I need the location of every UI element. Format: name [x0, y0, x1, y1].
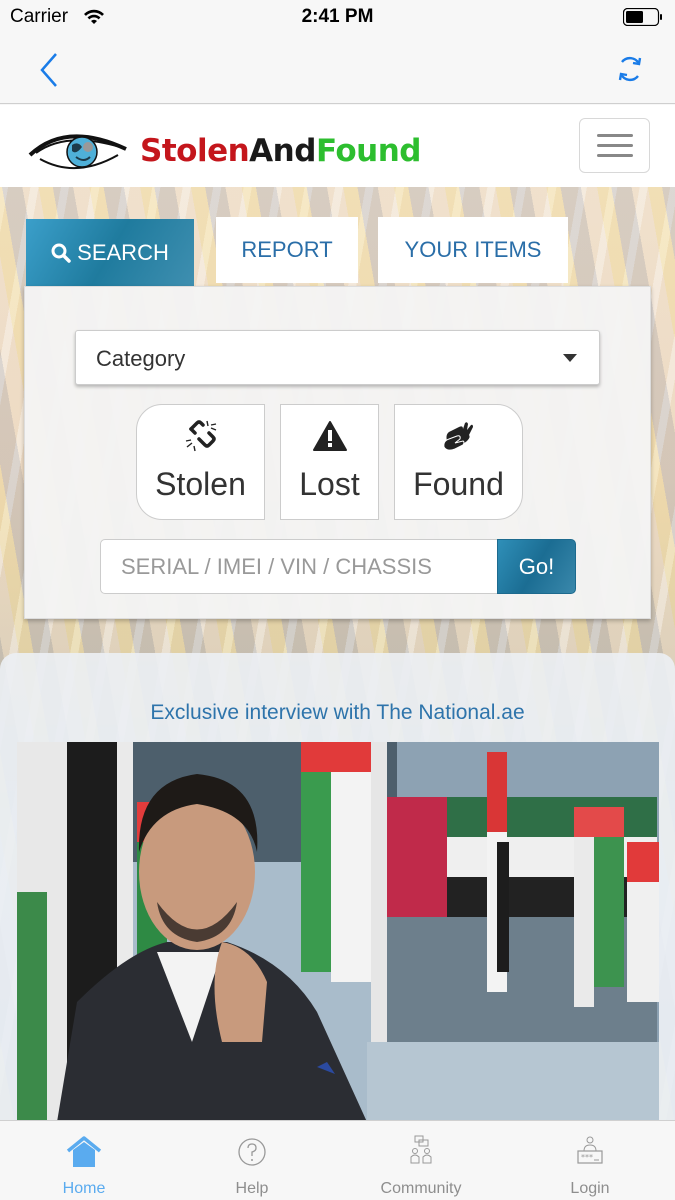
- stolen-button[interactable]: Stolen: [136, 404, 265, 520]
- tabbar-community-label: Community: [380, 1180, 462, 1197]
- hamburger-icon: [597, 134, 633, 137]
- logo-word-found: Found: [315, 133, 422, 169]
- home-icon: [66, 1136, 102, 1167]
- tab-your-items[interactable]: YOUR ITEMS: [378, 217, 568, 283]
- site-logo-text[interactable]: StolenAndFound: [140, 133, 421, 169]
- news-card: Exclusive interview with The National.ae: [0, 653, 675, 1120]
- news-title-link[interactable]: Exclusive interview with The National.ae: [0, 701, 675, 725]
- tabbar-help[interactable]: Help: [168, 1121, 336, 1200]
- tabbar-login-label: Login: [570, 1180, 610, 1197]
- found-button[interactable]: Found: [394, 404, 523, 520]
- category-select-value: Category: [96, 346, 186, 371]
- login-icon: ***: [577, 1136, 603, 1164]
- broken-link-icon: [185, 420, 216, 452]
- tab-your-items-label: YOUR ITEMS: [404, 237, 542, 262]
- status-bar: Carrier 2:41 PM: [0, 0, 675, 36]
- logo-word-stolen: Stolen: [140, 133, 250, 169]
- warning-icon: [312, 421, 347, 451]
- clock: 2:41 PM: [301, 6, 374, 27]
- tab-search[interactable]: SEARCH: [26, 219, 194, 287]
- tabbar-help-label: Help: [235, 1180, 269, 1197]
- help-icon: [238, 1138, 266, 1166]
- tabbar-home-label: Home: [62, 1180, 106, 1197]
- lost-label: Lost: [299, 466, 360, 502]
- site-header: StolenAndFound: [0, 105, 675, 187]
- search-panel: Category Stolen Lost Found SERIAL / IMEI…: [24, 286, 651, 619]
- back-button[interactable]: [36, 50, 64, 90]
- tab-search-label: SEARCH: [77, 240, 169, 265]
- tabbar-home[interactable]: Home: [0, 1121, 168, 1200]
- hero-section: SEARCH REPORT YOUR ITEMS Category Stolen: [0, 187, 675, 1120]
- stolen-label: Stolen: [155, 466, 246, 502]
- tabbar-login[interactable]: *** Login: [506, 1121, 674, 1200]
- community-icon: [410, 1135, 432, 1164]
- serial-search-input[interactable]: [100, 539, 498, 594]
- category-select[interactable]: Category: [75, 330, 600, 385]
- navigation-bar: [0, 36, 675, 104]
- refresh-button[interactable]: [615, 52, 645, 86]
- eye-logo-icon[interactable]: [26, 125, 130, 175]
- lost-button[interactable]: Lost: [280, 404, 379, 520]
- battery-icon: [623, 8, 662, 26]
- tab-report-label: REPORT: [241, 237, 333, 262]
- search-icon: [51, 243, 71, 263]
- news-photo: [17, 742, 659, 1120]
- news-image[interactable]: [17, 742, 659, 1120]
- hamburger-icon-bar: [597, 154, 633, 157]
- hands-icon: [442, 422, 473, 451]
- go-button[interactable]: Go!: [497, 539, 576, 594]
- found-label: Found: [413, 466, 504, 502]
- bottom-tab-bar: Home Help Community *** Login: [0, 1120, 675, 1200]
- tabbar-community[interactable]: Community: [337, 1121, 505, 1200]
- hamburger-icon-bar: [597, 144, 633, 147]
- caret-down-icon: [563, 354, 577, 362]
- svg-text:***: ***: [581, 1153, 593, 1162]
- logo-word-and: And: [249, 133, 316, 169]
- menu-toggle-button[interactable]: [579, 118, 650, 173]
- tab-report[interactable]: REPORT: [216, 217, 358, 283]
